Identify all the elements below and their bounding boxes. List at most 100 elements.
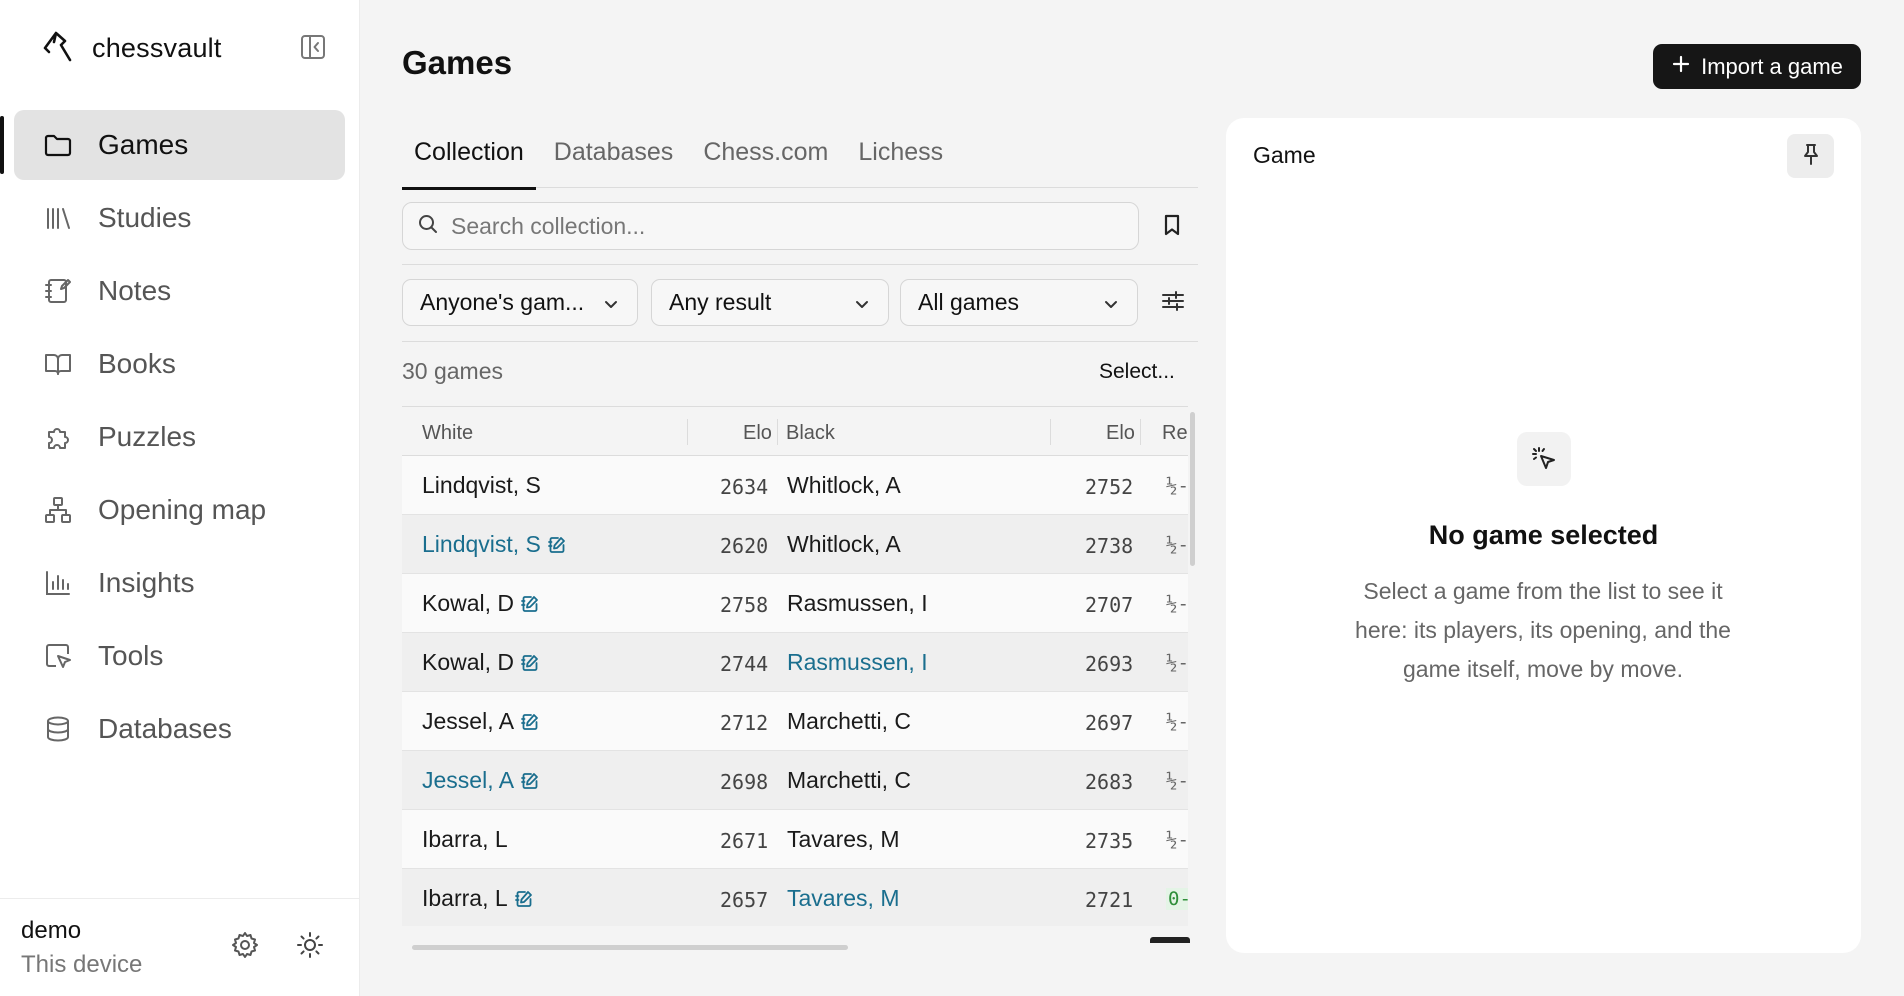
column-header-white-elo[interactable]: Elo [743,422,772,445]
tab-chess-com[interactable]: Chess.com [691,130,840,188]
pointer-click-icon [1517,432,1571,486]
bookmark-icon [1161,213,1183,242]
games-tabs: Collection Databases Chess.com Lichess [402,130,1198,190]
sidebar-item-label: Opening map [98,494,267,525]
table-row[interactable]: Jessel, A 2712 Marchetti, C 2697 ½- [402,692,1188,751]
note-icon[interactable] [520,712,540,732]
tab-databases[interactable]: Databases [542,130,686,188]
column-resize-handle[interactable] [687,419,688,445]
search-input[interactable] [451,212,1111,240]
white-player-cell: Jessel, A [422,708,540,735]
tab-collection[interactable]: Collection [402,130,536,190]
chevron-down-icon [1103,289,1119,316]
result-filter-select[interactable]: Any result [651,279,889,326]
white-player-name: Jessel, A [422,708,515,734]
sidebar-item-puzzles[interactable]: Puzzles [14,402,345,472]
column-resize-handle[interactable] [777,419,778,445]
black-player-name: Tavares, M [787,885,900,911]
tab-lichess[interactable]: Lichess [846,130,955,188]
empty-state-description: Select a game from the list to see it he… [1355,578,1731,682]
white-player-cell: Kowal, D [422,649,540,676]
games-table: White Elo Black Elo Re Lindqvist, S 2634 W… [402,406,1188,926]
black-elo-cell: 2735 [1085,829,1134,853]
sidebar-item-books[interactable]: Books [14,329,345,399]
sidebar-item-label: Books [98,348,176,379]
black-player-cell: Rasmussen, I [787,649,928,676]
sidebar-item-insights[interactable]: Insights [14,548,345,618]
bar-chart-icon [42,567,74,599]
horizontal-scrollbar[interactable] [412,945,848,950]
column-header-result[interactable]: Re [1162,422,1188,445]
white-player-cell: Lindqvist, S [422,472,541,499]
table-row[interactable]: Lindqvist, S 2634 Whitlock, A 2752 ½- [402,456,1188,515]
search-icon [417,213,439,240]
column-header-black-elo[interactable]: Elo [1106,422,1135,445]
brand[interactable]: chessvault [40,26,222,70]
scope-filter-select[interactable]: All games [900,279,1138,326]
sidebar-item-tools[interactable]: Tools [14,621,345,691]
column-resize-handle[interactable] [1050,419,1051,445]
sidebar-item-notes[interactable]: Notes [14,256,345,326]
note-icon[interactable] [520,653,540,673]
column-header-white[interactable]: White [422,422,473,445]
note-icon[interactable] [514,889,534,909]
result-filter-value: Any result [669,289,772,315]
divider [402,341,1198,342]
sidebar-item-databases[interactable]: Databases [14,694,345,764]
black-elo-cell: 2693 [1085,652,1134,676]
collapse-sidebar-button[interactable] [296,32,330,66]
filter-settings-button[interactable] [1156,286,1190,320]
table-row[interactable]: Kowal, D 2758 Rasmussen, I 2707 ½- [402,574,1188,633]
database-icon [42,713,74,745]
black-player-cell: Rasmussen, I [787,590,928,617]
black-player-name: Whitlock, A [787,472,901,498]
white-player-name: Kowal, D [422,649,515,675]
player-filter-select[interactable]: Anyone's gam... [402,279,638,326]
white-elo-cell: 2671 [720,829,769,853]
sidebar-item-label: Games [98,129,189,160]
white-player-cell: Ibarra, L [422,826,508,853]
note-icon[interactable] [547,535,567,555]
sidebar-item-label: Puzzles [98,421,197,452]
black-player-cell: Whitlock, A [787,531,901,558]
black-player-cell: Tavares, M [787,885,899,912]
select-games-button[interactable]: Select... [1099,360,1175,384]
black-player-name: Rasmussen, I [787,649,928,675]
app-name: chessvault [92,32,222,63]
sidebar-item-games[interactable]: Games [0,110,345,180]
sidebar-item-opening-map[interactable]: Opening map [14,475,345,545]
table-row[interactable]: Kowal, D 2744 Rasmussen, I 2693 ½- [402,633,1188,692]
note-icon[interactable] [520,771,540,791]
column-resize-handle[interactable] [1140,419,1141,445]
note-icon[interactable] [520,594,540,614]
black-player-cell: Whitlock, A [787,472,901,499]
black-player-cell: Marchetti, C [787,708,911,735]
import-game-button[interactable]: Import a game [1653,44,1861,89]
white-player-cell: Jessel, A [422,767,540,794]
table-row[interactable]: Jessel, A 2698 Marchetti, C 2683 ½- [402,751,1188,810]
result-cell: ½- [1166,770,1188,792]
column-header-black[interactable]: Black [786,422,835,445]
table-row[interactable]: Ibarra, L 2671 Tavares, M 2735 ½- [402,810,1188,869]
table-row[interactable]: Lindqvist, S 2620 Whitlock, A 2738 ½- [402,515,1188,574]
chevron-down-icon [854,289,870,316]
sliders-icon [1161,289,1185,318]
sidebar-item-studies[interactable]: Studies [14,183,345,253]
black-player-name: Whitlock, A [787,531,901,557]
pin-panel-button[interactable] [1787,134,1834,178]
settings-button[interactable] [227,929,263,965]
divider [402,264,1198,265]
table-row[interactable]: Ibarra, L 2657 Tavares, M 2721 0- [402,869,1188,926]
saved-searches-button[interactable] [1155,210,1189,244]
vertical-scrollbar[interactable] [1190,412,1195,566]
theme-toggle-button[interactable] [292,929,328,965]
sidebar-item-label: Insights [98,567,195,598]
white-player-name: Lindqvist, S [422,531,541,557]
white-elo-cell: 2657 [720,888,769,912]
book-icon [42,348,74,380]
black-player-name: Tavares, M [787,826,900,852]
black-player-name: Marchetti, C [787,767,911,793]
game-preview-panel: Game No game selected Select a game from… [1226,118,1861,953]
sidebar-item-label: Notes [98,275,172,306]
folder-icon [42,129,74,161]
